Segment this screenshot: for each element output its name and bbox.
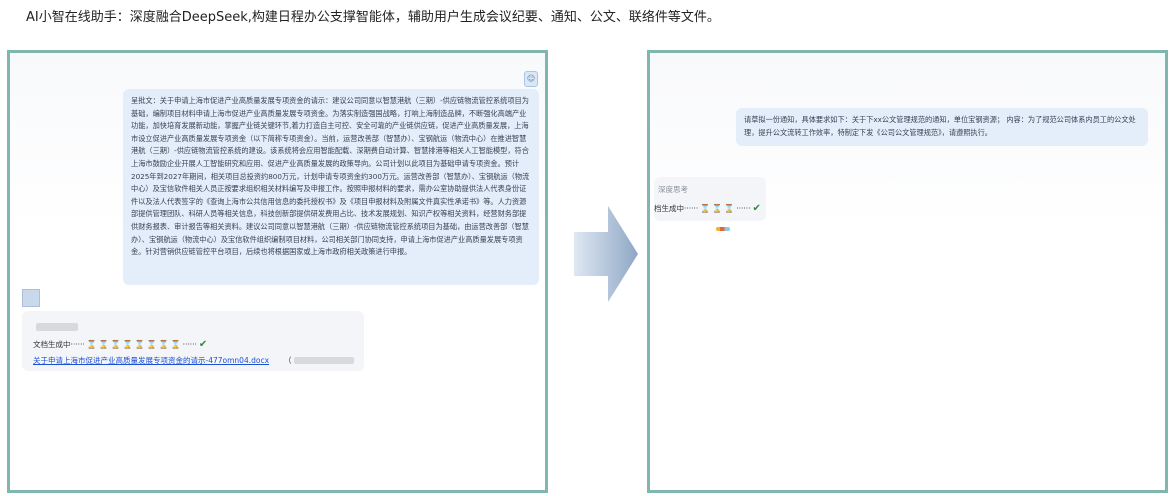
hourglass-icon: ⌛	[700, 204, 711, 213]
redacted-text	[36, 323, 78, 331]
check-icon: ✔	[198, 339, 208, 350]
user-message-bubble: 请草拟一份通知，具体要求如下：关于下xx公文管理规范的通知，单位宝钢资源； 内容…	[736, 108, 1148, 146]
hourglass-icon: ⌛	[86, 340, 97, 349]
hourglass-icon: ⌛	[134, 340, 145, 349]
hourglass-icon: ⌛	[122, 340, 133, 349]
redacted-text	[294, 357, 354, 364]
generation-status: 文档生成中······ ⌛ ⌛ ⌛ ⌛ ⌛ ⌛ ⌛ ⌛ ······ ✔	[33, 339, 207, 350]
left-chat-panel: ☺ 呈批文：关于申请上海市促进产业高质量发展专项资金的请示：建议公司同意以智慧港…	[7, 50, 548, 493]
hourglass-icon: ⌛	[724, 204, 735, 213]
deep-think-label: 深度思考	[658, 185, 688, 194]
status-label: 档生成中······	[654, 204, 699, 213]
loading-indicator-icon	[716, 227, 730, 231]
hourglass-icon: ⌛	[712, 204, 723, 213]
assistant-response-card: 文档生成中······ ⌛ ⌛ ⌛ ⌛ ⌛ ⌛ ⌛ ⌛ ······ ✔ 关于申…	[22, 311, 364, 371]
flow-arrow-icon	[574, 206, 638, 302]
hourglass-icon: ⌛	[158, 340, 169, 349]
right-chat-panel: 请草拟一份通知，具体要求如下：关于下xx公文管理规范的通知，单位宝钢资源； 内容…	[647, 50, 1168, 493]
user-avatar-icon: ☺	[524, 71, 538, 87]
status-dots: ······	[182, 340, 197, 349]
hourglass-icon: ⌛	[170, 340, 181, 349]
document-paren: （	[284, 356, 292, 365]
assistant-avatar-icon	[22, 289, 40, 307]
check-icon: ✔	[752, 203, 761, 214]
assistant-response-card: 深度思考 档生成中······ ⌛ ⌛ ⌛ ······ ✔	[654, 177, 766, 221]
generation-status: 档生成中······ ⌛ ⌛ ⌛ ······ ✔	[654, 203, 761, 214]
status-dots: ······	[736, 204, 751, 213]
hourglass-icon: ⌛	[98, 340, 109, 349]
generated-document-link[interactable]: 关于申请上海市促进产业高质量发展专项资金的请示-477omn04.docx	[33, 355, 269, 366]
status-label: 文档生成中······	[33, 340, 85, 349]
page-caption: AI小智在线助手：深度融合DeepSeek,构建日程办公支撑智能体，辅助用户生成…	[26, 10, 720, 25]
user-message-bubble: 呈批文：关于申请上海市促进产业高质量发展专项资金的请示：建议公司同意以智慧港航（…	[123, 89, 539, 285]
hourglass-icon: ⌛	[146, 340, 157, 349]
hourglass-icon: ⌛	[110, 340, 121, 349]
